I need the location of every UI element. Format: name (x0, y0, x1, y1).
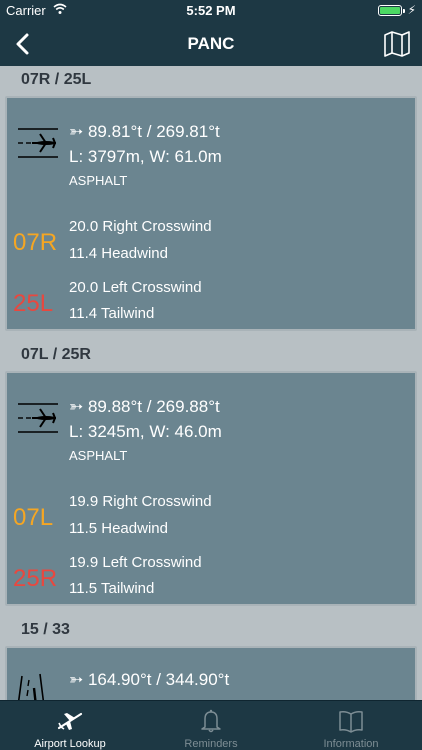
crosswind-value: 19.9 Left Crosswind (69, 554, 202, 571)
runway-surface: ASPHALT (69, 448, 128, 463)
runway-heading: ➳ 164.90°t / 344.90°t (69, 670, 230, 689)
charging-icon: ⚡ (407, 3, 416, 17)
tab-label: Information (323, 738, 379, 750)
runway-airplane-icon (18, 128, 58, 158)
runway-heading: ➳ 89.88°t / 269.88°t (69, 397, 220, 416)
page-title: PANC (187, 34, 235, 53)
book-icon (339, 711, 363, 733)
runway-list[interactable]: 07R / 25L ➳ 89.81°t / 269.81°t L: 3797m,… (0, 66, 422, 700)
clock: 5:52 PM (186, 3, 236, 18)
runway-end-id: 25R (13, 565, 58, 592)
headwind-value: 11.5 Headwind (69, 520, 168, 537)
tab-label: Airport Lookup (34, 738, 106, 750)
tab-airport-lookup[interactable]: Airport Lookup (0, 701, 140, 750)
crosswind-value: 20.0 Left Crosswind (69, 279, 202, 296)
tab-label: Reminders (184, 738, 238, 750)
runway-heading: ➳ 89.81°t / 269.81°t (69, 122, 220, 141)
tab-information[interactable]: Information (281, 701, 421, 750)
runway-dimensions: L: 3245m, W: 46.0m (69, 422, 222, 441)
runway-section-header: 15 / 33 (0, 616, 422, 646)
runway-end-id: 07R (13, 229, 58, 256)
runway-end-id: 07L (13, 504, 54, 531)
tab-reminders[interactable]: Reminders (141, 701, 281, 750)
map-icon[interactable] (382, 29, 412, 59)
bell-icon (201, 709, 221, 733)
tailwind-value: 11.4 Tailwind (69, 305, 155, 322)
runway-card: ➳ 164.90°t / 344.90°t (5, 646, 417, 700)
runway-section-header: 07L / 25R (0, 341, 422, 371)
nav-bar: PANC (0, 22, 422, 66)
tab-bar: Airport Lookup Reminders Information (0, 700, 422, 750)
crosswind-value: 20.0 Right Crosswind (69, 218, 212, 235)
runway-section-header: 07R / 25L (0, 66, 422, 96)
angled-runway-icon (17, 673, 45, 700)
runway-end-id: 25L (13, 290, 54, 317)
runway-card: ➳ 89.88°t / 269.88°t L: 3245m, W: 46.0m … (5, 371, 417, 606)
battery-icon (378, 5, 405, 16)
tailwind-value: 11.5 Tailwind (69, 580, 155, 597)
airplane-icon (57, 712, 83, 730)
headwind-value: 11.4 Headwind (69, 245, 168, 262)
runway-dimensions: L: 3797m, W: 61.0m (69, 147, 222, 166)
runway-card: ➳ 89.81°t / 269.81°t L: 3797m, W: 61.0m … (5, 96, 417, 331)
crosswind-value: 19.9 Right Crosswind (69, 493, 212, 510)
runway-surface: ASPHALT (69, 173, 128, 188)
runway-airplane-icon (18, 403, 58, 433)
status-bar: Carrier 5:52 PM ⚡ (0, 0, 422, 22)
